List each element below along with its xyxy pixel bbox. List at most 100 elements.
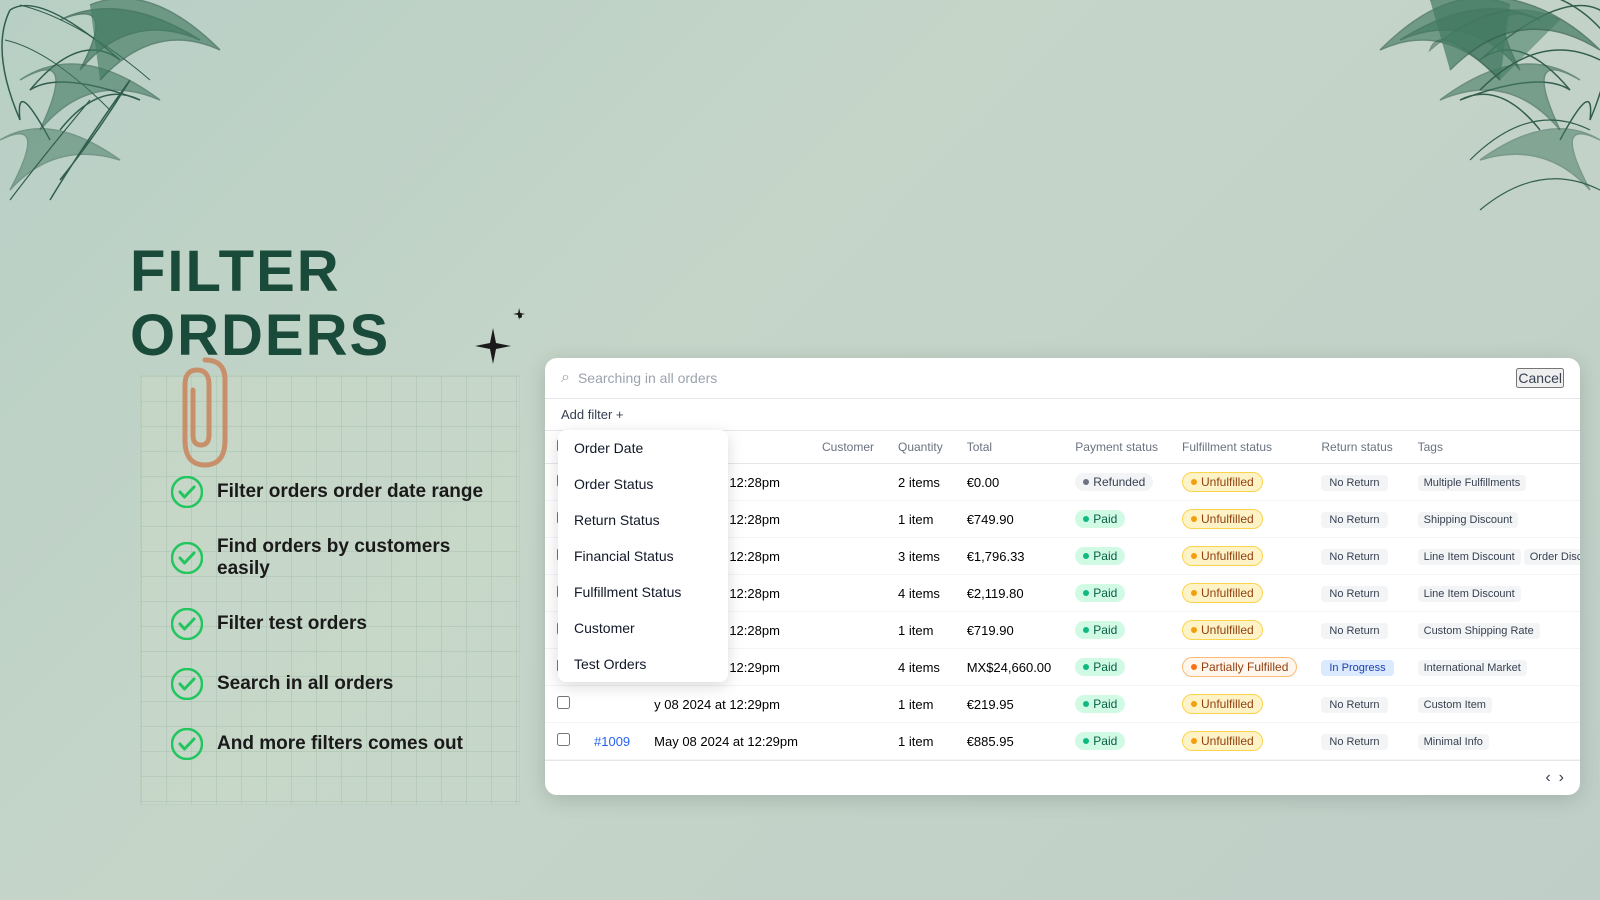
- tag: Line Item Discount: [1418, 586, 1521, 602]
- order-customer: [810, 686, 886, 723]
- order-total: €219.95: [955, 686, 1064, 723]
- fulfillment-badge: Partially Fulfilled: [1182, 657, 1297, 677]
- fulfillment-dot: [1191, 627, 1197, 633]
- checklist-item-text: Search in all orders: [217, 673, 393, 695]
- return-badge: No Return: [1321, 734, 1387, 750]
- fulfillment-status: Partially Fulfilled: [1170, 649, 1309, 686]
- payment-badge: Paid: [1075, 621, 1125, 639]
- order-total: MX$24,660.00: [955, 649, 1064, 686]
- header-quantity: Quantity: [886, 431, 955, 464]
- checklist-item: Search in all orders: [171, 668, 489, 700]
- return-status: No Return: [1309, 575, 1405, 612]
- return-status: In Progress: [1309, 649, 1405, 686]
- order-customer: [810, 464, 886, 501]
- filter-dropdown-item[interactable]: Order Status: [558, 466, 728, 502]
- payment-status: Paid: [1063, 501, 1170, 538]
- leaf-top-right: [1180, 0, 1600, 235]
- order-quantity: 1 item: [886, 686, 955, 723]
- payment-dot: [1083, 553, 1089, 559]
- fulfillment-badge: Unfulfilled: [1182, 509, 1263, 529]
- return-badge: No Return: [1321, 512, 1387, 528]
- filter-dropdown: Order DateOrder StatusReturn StatusFinan…: [558, 430, 728, 682]
- order-total: €749.90: [955, 501, 1064, 538]
- payment-badge: Paid: [1075, 658, 1125, 676]
- payment-status: Paid: [1063, 538, 1170, 575]
- pagination: ‹ ›: [545, 760, 1580, 795]
- order-tags: Shipping Discount: [1406, 501, 1580, 538]
- fulfillment-dot: [1191, 479, 1197, 485]
- payment-dot: [1083, 627, 1089, 633]
- return-badge: No Return: [1321, 697, 1387, 713]
- filter-dropdown-item[interactable]: Customer: [558, 610, 728, 646]
- order-tags: Multiple Fulfillments: [1406, 464, 1580, 501]
- order-date: May 08 2024 at 12:29pm: [642, 723, 810, 760]
- payment-status: Paid: [1063, 686, 1170, 723]
- fulfillment-badge: Unfulfilled: [1182, 583, 1263, 603]
- check-icon: [171, 668, 203, 700]
- order-tags: Custom Shipping Rate: [1406, 612, 1580, 649]
- order-customer: [810, 538, 886, 575]
- cancel-button[interactable]: Cancel: [1516, 368, 1564, 388]
- order-customer: [810, 575, 886, 612]
- order-customer: [810, 723, 886, 760]
- filter-dropdown-item[interactable]: Financial Status: [558, 538, 728, 574]
- checklist: Filter orders order date range Find orde…: [171, 476, 489, 760]
- fulfillment-status: Unfulfilled: [1170, 686, 1309, 723]
- filter-dropdown-item[interactable]: Return Status: [558, 502, 728, 538]
- prev-page-button[interactable]: ‹: [1545, 769, 1550, 787]
- fulfillment-status: Unfulfilled: [1170, 538, 1309, 575]
- row-checkbox-cell: [545, 723, 582, 760]
- sparkle-decoration: [460, 308, 540, 383]
- checklist-item-text: Filter test orders: [217, 613, 367, 635]
- add-filter-button[interactable]: Add filter +: [561, 407, 624, 422]
- payment-status: Refunded: [1063, 464, 1170, 501]
- fulfillment-status: Unfulfilled: [1170, 501, 1309, 538]
- paperclip-decoration: [175, 355, 235, 475]
- header-payment: Payment status: [1063, 431, 1170, 464]
- order-link[interactable]: #1009: [594, 734, 630, 749]
- fulfillment-status: Unfulfilled: [1170, 464, 1309, 501]
- checklist-item-text: Find orders by customers easily: [217, 536, 489, 580]
- return-badge: No Return: [1321, 586, 1387, 602]
- return-status: No Return: [1309, 723, 1405, 760]
- filter-dropdown-item[interactable]: Fulfillment Status: [558, 574, 728, 610]
- payment-dot: [1083, 664, 1089, 670]
- row-checkbox[interactable]: [557, 733, 570, 746]
- header-tags: Tags: [1406, 431, 1580, 464]
- order-tags: Line Item Discount: [1406, 575, 1580, 612]
- payment-dot: [1083, 701, 1089, 707]
- return-badge: No Return: [1321, 549, 1387, 565]
- table-row: #1009 May 08 2024 at 12:29pm 1 item €885…: [545, 723, 1580, 760]
- filter-bar: Add filter +: [545, 399, 1580, 431]
- return-badge: No Return: [1321, 475, 1387, 491]
- payment-badge: Paid: [1075, 584, 1125, 602]
- row-checkbox-cell: [545, 686, 582, 723]
- filter-dropdown-item[interactable]: Order Date: [558, 430, 728, 466]
- tag: Custom Item: [1418, 697, 1492, 713]
- filter-dropdown-item[interactable]: Test Orders: [558, 646, 728, 682]
- fulfillment-badge: Unfulfilled: [1182, 694, 1263, 714]
- fulfillment-dot: [1191, 664, 1197, 670]
- order-total: €2,119.80: [955, 575, 1064, 612]
- order-quantity: 3 items: [886, 538, 955, 575]
- row-checkbox[interactable]: [557, 696, 570, 709]
- payment-dot: [1083, 590, 1089, 596]
- payment-status: Paid: [1063, 575, 1170, 612]
- return-status: No Return: [1309, 501, 1405, 538]
- tag: Order Discount: [1524, 549, 1580, 565]
- return-badge: No Return: [1321, 623, 1387, 639]
- order-quantity: 2 items: [886, 464, 955, 501]
- fulfillment-status: Unfulfilled: [1170, 575, 1309, 612]
- next-page-button[interactable]: ›: [1559, 769, 1564, 787]
- tag: Minimal Info: [1418, 734, 1489, 750]
- check-icon: [171, 608, 203, 640]
- fulfillment-dot: [1191, 553, 1197, 559]
- leaf-top-left: [0, 0, 280, 235]
- check-icon: [171, 542, 203, 574]
- order-customer: [810, 501, 886, 538]
- search-bar: ⌕ Searching in all orders Cancel: [545, 358, 1580, 399]
- payment-badge: Paid: [1075, 547, 1125, 565]
- order-date: y 08 2024 at 12:29pm: [642, 686, 810, 723]
- fulfillment-status: Unfulfilled: [1170, 723, 1309, 760]
- tag: Line Item Discount: [1418, 549, 1521, 565]
